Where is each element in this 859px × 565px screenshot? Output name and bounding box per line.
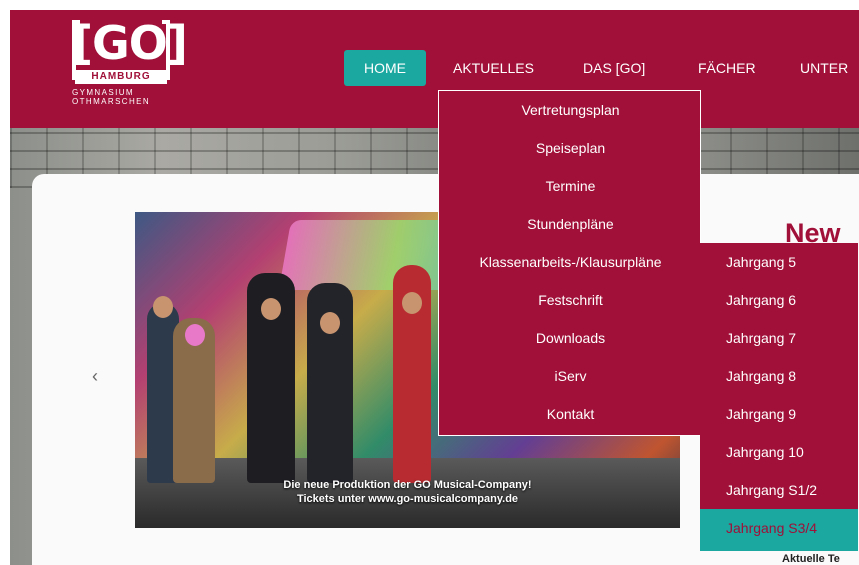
menu-item-vertretungsplan[interactable]: Vertretungsplan bbox=[439, 91, 702, 129]
submenu-item-label: Jahrgang 7 bbox=[726, 330, 797, 346]
school-logo[interactable]: [GO] HAMBURG GYMNASIUM OTHMARSCHEN bbox=[72, 16, 188, 120]
nav-item-aktuelles[interactable]: AKTUELLES bbox=[453, 50, 534, 86]
news-subheading: Aktuelle Te bbox=[782, 553, 840, 565]
submenu-item-jahrgang-5[interactable]: Jahrgang 5 bbox=[700, 243, 858, 281]
submenu-item-jahrgang-s3-4[interactable]: Jahrgang S3/4 bbox=[700, 509, 858, 551]
submenu-item-label: Jahrgang S1/2 bbox=[726, 482, 818, 498]
cast-member-head bbox=[185, 324, 205, 346]
logo-subtitle-line1: GYMNASIUM bbox=[72, 88, 134, 97]
submenu-item-jahrgang-8[interactable]: Jahrgang 8 bbox=[700, 357, 858, 395]
menu-item-kontakt[interactable]: Kontakt bbox=[439, 395, 702, 433]
submenu-item-label: Jahrgang S3/4 bbox=[726, 520, 818, 536]
submenu-item-label: Jahrgang 5 bbox=[726, 254, 797, 270]
slide-caption-line1: Die neue Produktion der GO Musical-Compa… bbox=[283, 479, 532, 491]
logo-subtitle-line2: OTHMARSCHEN bbox=[72, 97, 151, 106]
carousel-prev-button[interactable]: ‹ bbox=[84, 365, 106, 387]
klassenarbeiten-submenu: Jahrgang 5 Jahrgang 6 Jahrgang 7 Jahrgan… bbox=[700, 243, 858, 551]
submenu-item-jahrgang-s1-2[interactable]: Jahrgang S1/2 bbox=[700, 471, 858, 509]
logo-city: HAMBURG bbox=[75, 70, 167, 84]
logo-subtitle: GYMNASIUM OTHMARSCHEN bbox=[72, 88, 150, 106]
menu-item-termine[interactable]: Termine bbox=[439, 167, 702, 205]
slide-caption-line2: Tickets unter www.go-musicalcompany.de bbox=[296, 493, 519, 505]
menu-item-klassenarbeitsplaene[interactable]: Klassenarbeits-/Klausurpläne bbox=[439, 243, 702, 281]
menu-item-stundenplaene[interactable]: Stundenpläne bbox=[439, 205, 702, 243]
slide-caption: Die neue Produktion der GO Musical-Compa… bbox=[135, 478, 680, 506]
cast-member-head bbox=[402, 292, 422, 314]
submenu-item-jahrgang-7[interactable]: Jahrgang 7 bbox=[700, 319, 858, 357]
submenu-item-label: Jahrgang 10 bbox=[726, 444, 804, 460]
nav-item-home[interactable]: HOME bbox=[344, 50, 426, 86]
cast-member-head bbox=[261, 298, 281, 320]
submenu-item-label: Jahrgang 8 bbox=[726, 368, 797, 384]
chevron-left-icon: ‹ bbox=[92, 366, 98, 386]
nav-item-unter[interactable]: UNTER bbox=[800, 50, 848, 86]
browser-viewport: Die neue Produktion der GO Musical-Compa… bbox=[10, 10, 859, 565]
submenu-item-label: Jahrgang 9 bbox=[726, 406, 797, 422]
menu-item-speiseplan[interactable]: Speiseplan bbox=[439, 129, 702, 167]
menu-item-iserv[interactable]: iServ bbox=[439, 357, 702, 395]
submenu-item-label: Jahrgang 6 bbox=[726, 292, 797, 308]
menu-item-festschrift[interactable]: Festschrift bbox=[439, 281, 702, 319]
submenu-item-jahrgang-10[interactable]: Jahrgang 10 bbox=[700, 433, 858, 471]
submenu-item-jahrgang-6[interactable]: Jahrgang 6 bbox=[700, 281, 858, 319]
nav-item-faecher[interactable]: FÄCHER bbox=[698, 50, 756, 86]
submenu-item-jahrgang-9[interactable]: Jahrgang 9 bbox=[700, 395, 858, 433]
logo-mark: [GO] HAMBURG bbox=[72, 16, 188, 84]
logo-text: [GO] bbox=[72, 16, 188, 70]
site-header: [GO] HAMBURG GYMNASIUM OTHMARSCHEN HOME … bbox=[10, 10, 859, 128]
menu-item-downloads[interactable]: Downloads bbox=[439, 319, 702, 357]
aktuelles-dropdown: Vertretungsplan Speiseplan Termine Stund… bbox=[438, 90, 701, 436]
cast-member-head bbox=[320, 312, 340, 334]
nav-item-das-go[interactable]: DAS [GO] bbox=[583, 50, 645, 86]
cast-member-head bbox=[153, 296, 173, 318]
